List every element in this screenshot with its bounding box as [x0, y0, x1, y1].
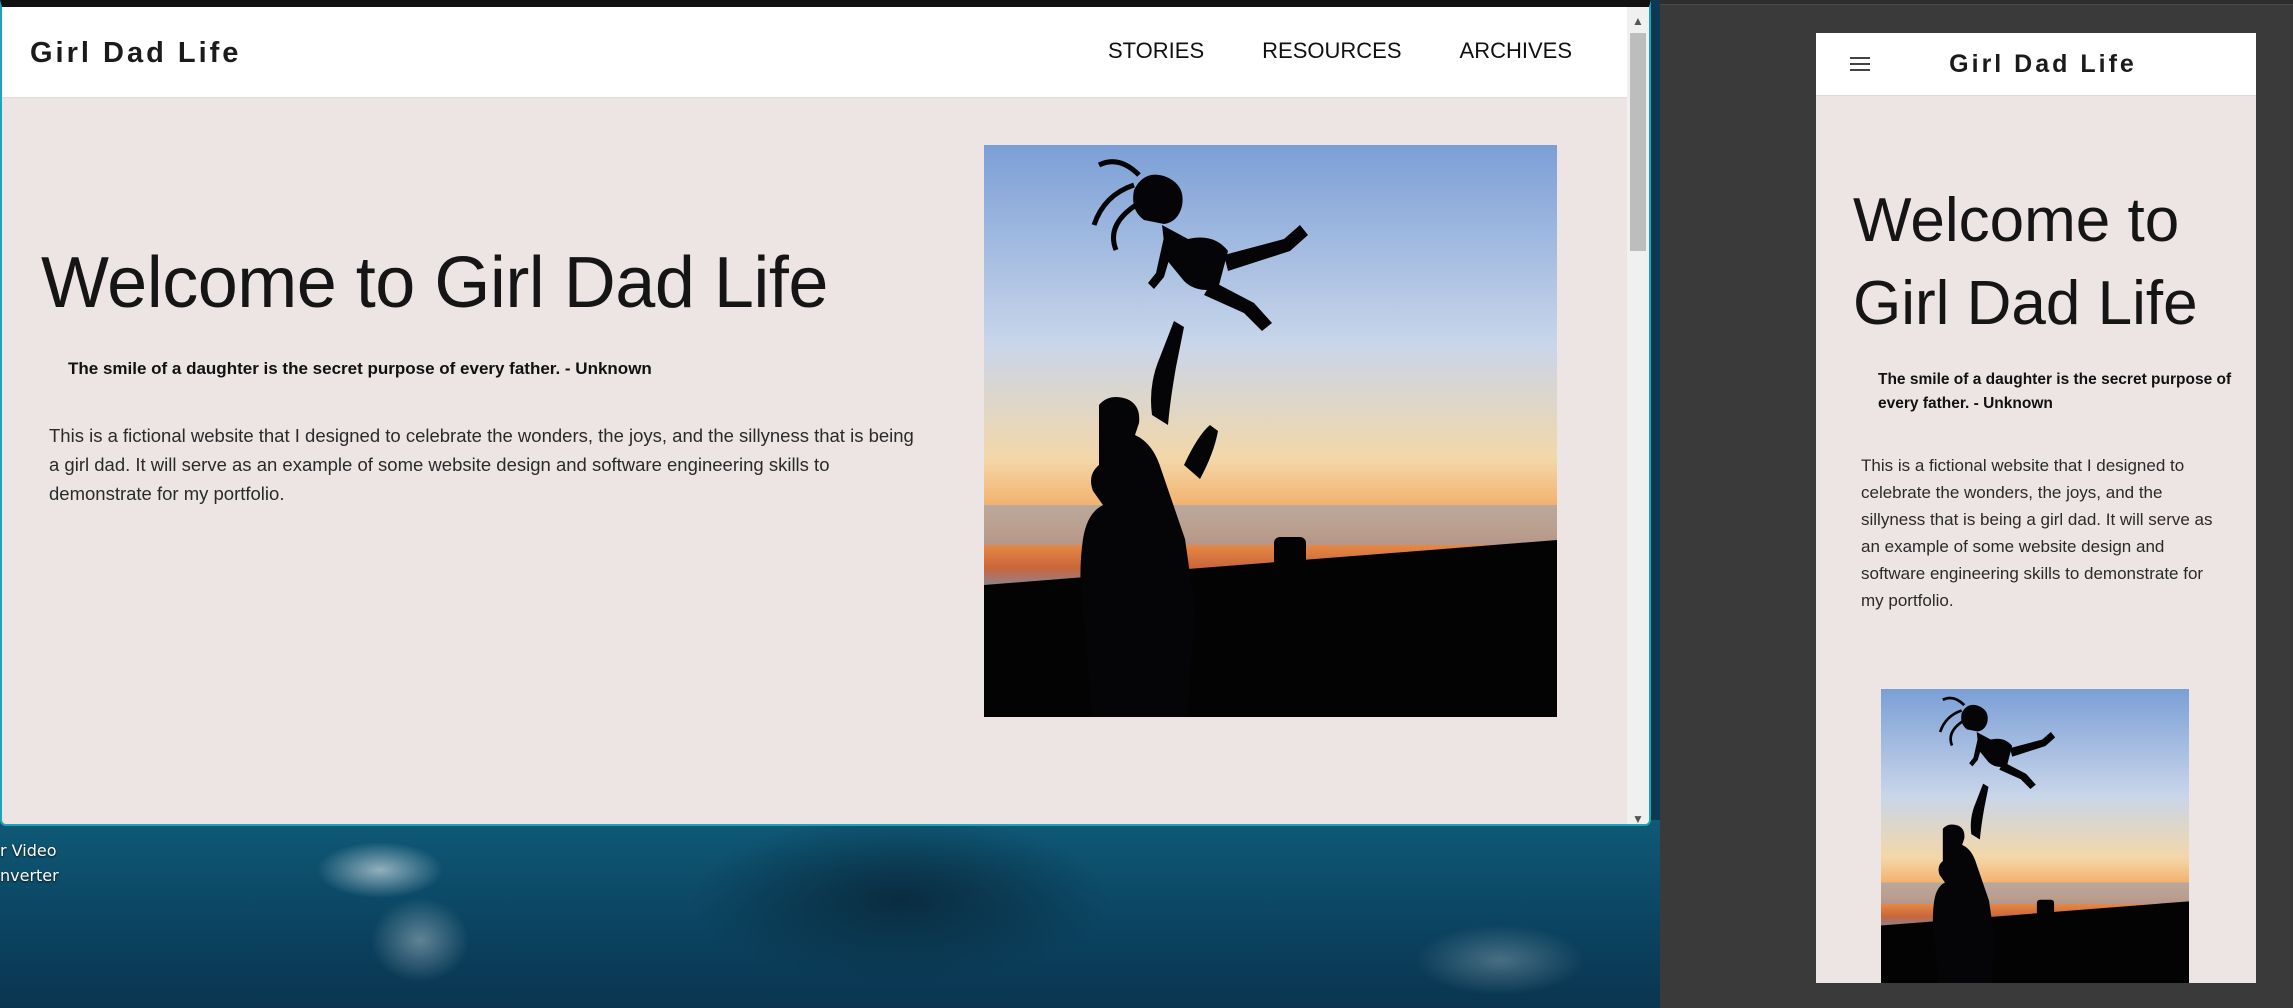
mobile-preview: Girl Dad Life Welcome to Girl Dad Life T…	[1816, 33, 2256, 983]
desktop-shortcut-label-line2: nverter	[0, 866, 59, 885]
site-brand[interactable]: Girl Dad Life	[30, 37, 241, 70]
mobile-hero-title: Welcome to Girl Dad Life	[1853, 179, 2233, 345]
nav-link-archives[interactable]: ARCHIVES	[1460, 38, 1572, 64]
hero-intro: This is a fictional website that I desig…	[49, 425, 914, 504]
desktop-shortcut-label-line1: r Video	[0, 841, 57, 860]
mobile-hero-photo	[1881, 689, 2189, 983]
mobile-hero-quote: The smile of a daughter is the secret pu…	[1878, 371, 2232, 412]
hero-quote: The smile of a daughter is the secret pu…	[68, 359, 652, 378]
desktop-wallpaper	[0, 820, 1660, 1008]
mobile-hero-intro: This is a fictional website that I desig…	[1861, 456, 2213, 610]
mobile-hero-title-line1: Welcome to	[1853, 186, 2180, 255]
site-header: Girl Dad Life STORIES RESOURCES ARCHIVES	[2, 7, 1628, 98]
mobile-brand[interactable]: Girl Dad Life	[1816, 50, 2256, 79]
scroll-down-arrow-icon[interactable]: ▼	[1627, 809, 1649, 824]
devtools-topbar	[1660, 0, 2293, 5]
mobile-header: Girl Dad Life	[1816, 33, 2256, 96]
nav-link-stories[interactable]: STORIES	[1108, 38, 1204, 64]
mobile-hero-title-line2: Girl Dad Life	[1853, 269, 2198, 338]
site-nav: STORIES RESOURCES ARCHIVES	[1108, 38, 1572, 64]
hero-title: Welcome to Girl Dad Life	[41, 243, 828, 323]
scrollbar[interactable]: ▲ ▼	[1627, 7, 1649, 824]
scroll-thumb[interactable]	[1630, 33, 1646, 251]
browser-window: Girl Dad Life STORIES RESOURCES ARCHIVES…	[0, 0, 1651, 826]
desktop-shortcut-label[interactable]: r Video nverter	[0, 838, 60, 888]
scroll-up-arrow-icon[interactable]: ▲	[1627, 11, 1649, 31]
hero-photo	[984, 145, 1557, 717]
nav-link-resources[interactable]: RESOURCES	[1262, 38, 1401, 64]
